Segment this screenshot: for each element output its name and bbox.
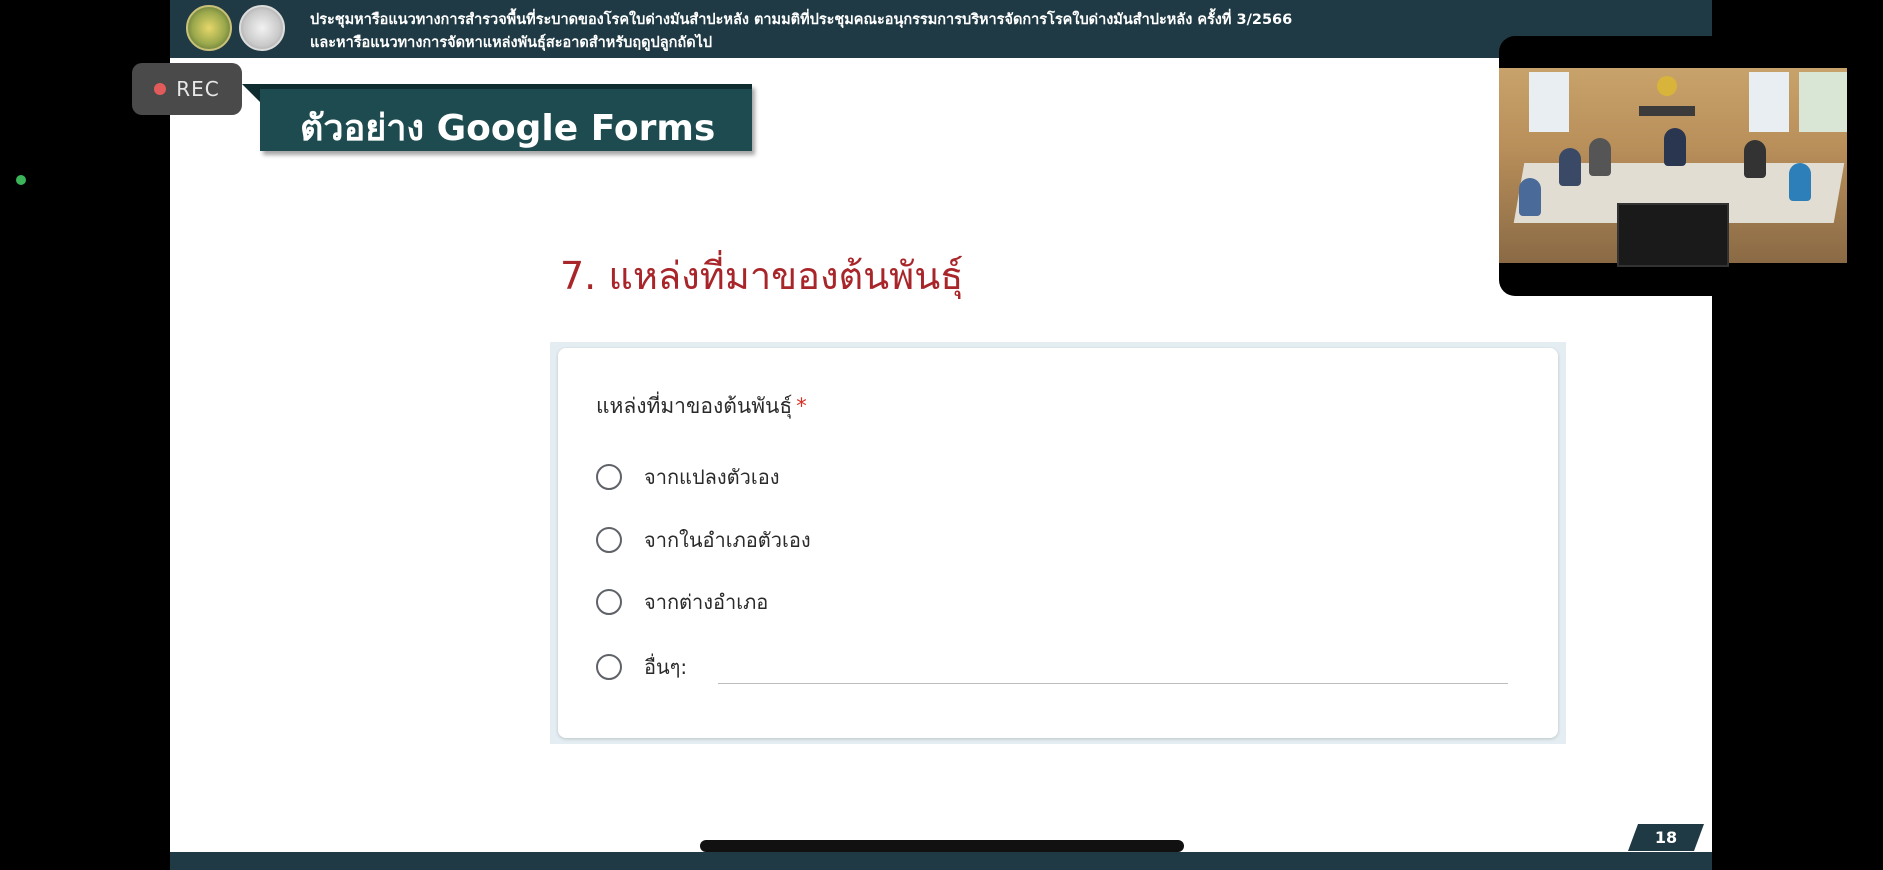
radio-circle-icon[interactable] xyxy=(596,464,622,490)
question-label: แหล่งที่มาของต้นพันธุ์ * xyxy=(596,390,807,423)
option-label: อื่นๆ: xyxy=(644,655,688,679)
slide-title-bar: ตัวอย่าง Google Forms xyxy=(260,84,752,151)
option-label: จากต่างอำเภอ xyxy=(644,590,769,614)
radio-option-other-district[interactable]: จากต่างอำเภอ xyxy=(596,585,768,619)
presentation-slide: ประชุมหารือแนวทางการสำรวจพื้นที่ระบาดของ… xyxy=(170,0,1712,870)
required-asterisk: * xyxy=(796,394,807,418)
video-person xyxy=(1559,148,1581,186)
header-line-2: และหารือแนวทางการจัดหาแหล่งพันธุ์สะอาดสำ… xyxy=(310,35,713,51)
page-number: 18 xyxy=(1628,824,1704,851)
question-heading: 7. แหล่งที่มาของต้นพันธุ์ xyxy=(560,254,964,298)
slide-title: ตัวอย่าง Google Forms xyxy=(300,108,716,149)
option-label: จากในอำเภอตัวเอง xyxy=(644,528,811,552)
radio-circle-icon[interactable] xyxy=(596,654,622,680)
video-person xyxy=(1744,140,1766,178)
video-person xyxy=(1589,138,1611,176)
video-window-right xyxy=(1749,72,1789,132)
video-person xyxy=(1664,128,1686,166)
radio-option-own-plot[interactable]: จากแปลงตัวเอง xyxy=(596,460,780,494)
video-wall-seal xyxy=(1657,76,1677,96)
google-form-card: แหล่งที่มาของต้นพันธุ์ * จากแปลงตัวเอง จา… xyxy=(558,348,1558,738)
status-dot xyxy=(16,175,26,185)
video-person xyxy=(1519,178,1541,216)
recording-indicator: REC xyxy=(132,63,242,115)
video-window-far-right xyxy=(1799,72,1847,132)
radio-option-own-district[interactable]: จากในอำเภอตัวเอง xyxy=(596,523,811,557)
ministry-logo-icon xyxy=(186,5,232,51)
radio-circle-icon[interactable] xyxy=(596,527,622,553)
meeting-room-video-icon xyxy=(1499,68,1847,267)
other-text-input[interactable] xyxy=(718,683,1508,684)
header-line-1: ประชุมหารือแนวทางการสำรวจพื้นที่ระบาดของ… xyxy=(310,12,1293,28)
slide-footer-bar xyxy=(170,852,1712,870)
slide-header: ประชุมหารือแนวทางการสำรวจพื้นที่ระบาดของ… xyxy=(170,0,1712,58)
video-person xyxy=(1789,163,1811,201)
video-monitor xyxy=(1617,203,1729,267)
home-indicator-bar[interactable] xyxy=(700,840,1184,852)
video-wall-banner xyxy=(1639,106,1695,116)
record-dot-icon xyxy=(154,83,167,95)
question-label-text: แหล่งที่มาของต้นพันธุ์ xyxy=(596,394,793,418)
department-seal-icon xyxy=(239,5,285,51)
video-window-left xyxy=(1529,72,1569,132)
recording-label: REC xyxy=(176,77,220,101)
option-label: จากแปลงตัวเอง xyxy=(644,465,780,489)
radio-circle-icon[interactable] xyxy=(596,589,622,615)
radio-option-other[interactable]: อื่นๆ: xyxy=(596,650,687,684)
picture-in-picture-video[interactable] xyxy=(1499,36,1847,296)
